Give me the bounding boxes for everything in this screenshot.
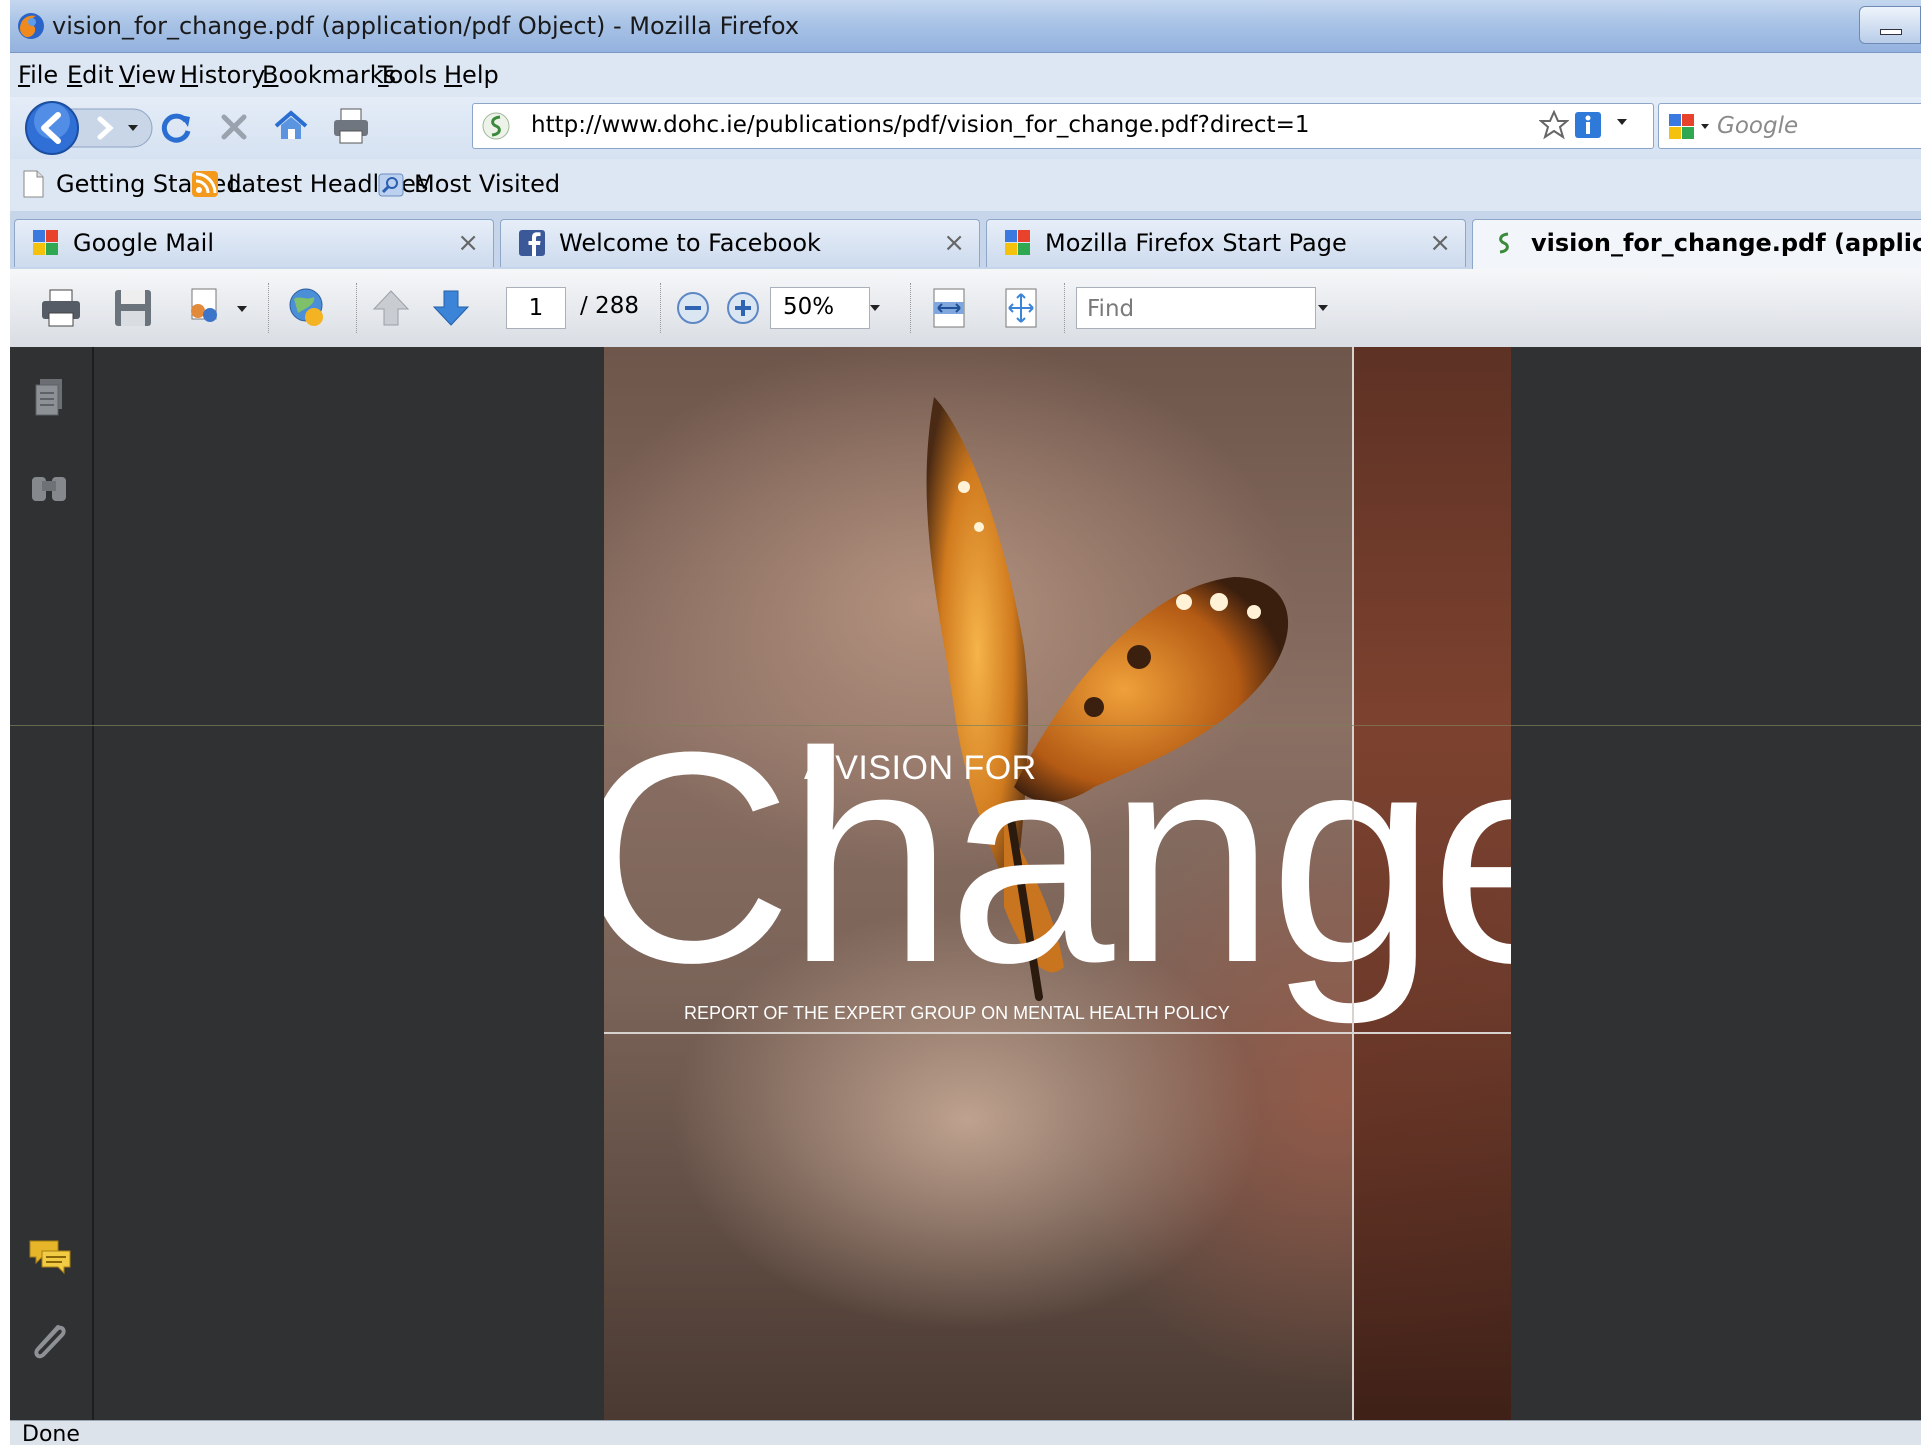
cover-subtitle: REPORT OF THE EXPERT GROUP ON MENTAL HEA… xyxy=(684,1003,1230,1023)
menu-tools[interactable]: Tools xyxy=(378,61,437,89)
pages-thumbnail-icon[interactable] xyxy=(24,373,76,425)
status-bar: Done xyxy=(10,1420,1921,1445)
collaborate-dropdown-icon[interactable] xyxy=(236,305,248,313)
fit-page-icon[interactable] xyxy=(998,285,1044,331)
collaborate-icon[interactable] xyxy=(182,285,228,331)
next-page-icon[interactable] xyxy=(428,285,474,331)
tab-label: Google Mail xyxy=(73,229,215,257)
toolbar-separator xyxy=(1064,283,1067,333)
window-title: vision_for_change.pdf (application/pdf O… xyxy=(52,12,800,40)
pdf-page: Change A VISION FOR REPORT OF THE EXPERT… xyxy=(604,347,1511,1420)
url-history-dropdown-icon[interactable] xyxy=(1617,119,1627,125)
pdf-viewer: Change A VISION FOR REPORT OF THE EXPERT… xyxy=(10,347,1921,1420)
bookmark-most-visited[interactable]: Most Visited xyxy=(376,169,560,199)
site-identity-icon xyxy=(1499,232,1509,254)
title-bar: vision_for_change.pdf (application/pdf O… xyxy=(10,0,1921,53)
attachment-paperclip-icon[interactable] xyxy=(24,1317,76,1369)
bookmarks-toolbar: Getting Started Latest Headlines Most Vi… xyxy=(10,159,1921,211)
zoom-select[interactable]: 50% xyxy=(770,287,870,329)
tab-vision-for-change[interactable]: vision_for_change.pdf (applicati... xyxy=(1472,219,1921,269)
menu-help[interactable]: Help xyxy=(444,61,499,89)
status-text: Done xyxy=(22,1422,80,1445)
share-globe-icon[interactable] xyxy=(284,285,330,331)
info-icon[interactable] xyxy=(1573,110,1603,140)
google-icon xyxy=(1005,230,1030,255)
page-number-input[interactable] xyxy=(506,287,566,329)
page-icon xyxy=(23,170,44,198)
search-bar[interactable] xyxy=(1658,103,1921,149)
tab-firefox-start[interactable]: Mozilla Firefox Start Page × xyxy=(986,219,1466,267)
bookmark-latest-headlines[interactable]: Latest Headlines xyxy=(190,169,428,199)
tab-facebook[interactable]: Welcome to Facebook × xyxy=(500,219,980,267)
smart-folder-icon xyxy=(378,173,404,197)
toolbar-separator xyxy=(660,283,663,333)
menu-edit[interactable]: Edit xyxy=(67,61,113,89)
print-icon[interactable] xyxy=(330,105,372,147)
menu-bar: File Edit View History Bookmarks Tools H… xyxy=(10,53,1921,97)
pdf-toolbar: / 288 50% xyxy=(10,269,1921,348)
tab-label: Welcome to Facebook xyxy=(559,229,821,257)
save-icon[interactable] xyxy=(110,285,156,331)
bookmark-getting-started[interactable]: Getting Started xyxy=(18,169,242,199)
zoom-dropdown-icon[interactable] xyxy=(870,305,880,311)
firefox-icon xyxy=(18,13,44,39)
cover-vertical-rule xyxy=(1352,347,1354,1420)
zoom-value: 50% xyxy=(783,294,835,320)
menu-file[interactable]: File xyxy=(18,61,58,89)
facebook-icon xyxy=(519,230,545,256)
home-icon[interactable] xyxy=(272,107,310,145)
navigation-toolbar: http://www.dohc.ie/publications/pdf/visi… xyxy=(10,97,1921,159)
fit-width-icon[interactable] xyxy=(926,285,972,331)
page-total: / 288 xyxy=(580,293,639,319)
reload-icon[interactable] xyxy=(158,109,194,145)
menu-bookmarks[interactable]: Bookmarks xyxy=(262,61,396,89)
search-input[interactable] xyxy=(1715,111,1919,141)
site-identity-icon[interactable] xyxy=(481,111,511,141)
toolbar-separator xyxy=(268,283,271,333)
bookmark-label: Most Visited xyxy=(414,170,561,198)
menu-history[interactable]: History xyxy=(180,61,265,89)
print-icon[interactable] xyxy=(38,285,84,331)
navigation-pane xyxy=(10,347,94,1420)
cover-title-vision-for: A VISION FOR xyxy=(804,749,1037,787)
bookmark-star-icon[interactable] xyxy=(1539,110,1569,140)
zoom-in-icon[interactable] xyxy=(724,289,762,327)
zoom-out-icon[interactable] xyxy=(674,289,712,327)
toolbar-separator xyxy=(356,283,359,333)
tab-label: vision_for_change.pdf (applicati... xyxy=(1531,229,1921,257)
minimize-button[interactable] xyxy=(1859,6,1921,44)
url-bar[interactable]: http://www.dohc.ie/publications/pdf/visi… xyxy=(472,103,1654,149)
google-icon[interactable] xyxy=(1667,112,1697,142)
find-input[interactable] xyxy=(1085,294,1309,324)
cover-horizontal-rule xyxy=(604,1032,1511,1034)
back-forward-group xyxy=(25,101,153,155)
cover-title-change: Change xyxy=(604,689,1511,1025)
previous-page-icon[interactable] xyxy=(368,285,414,331)
tab-strip: Google Mail × Welcome to Facebook × Mozi… xyxy=(10,211,1921,270)
menu-view[interactable]: View xyxy=(119,61,176,89)
toolbar-separator xyxy=(910,283,913,333)
close-tab-icon[interactable]: × xyxy=(1429,228,1451,258)
google-icon xyxy=(33,230,58,255)
search-engine-dropdown-icon[interactable] xyxy=(1701,124,1709,129)
viewer-guide-line xyxy=(10,725,1921,726)
find-options-dropdown-icon[interactable] xyxy=(1318,305,1328,311)
url-text[interactable]: http://www.dohc.ie/publications/pdf/visi… xyxy=(531,112,1310,138)
tab-label: Mozilla Firefox Start Page xyxy=(1045,229,1347,257)
tab-google-mail[interactable]: Google Mail × xyxy=(14,219,494,267)
comments-icon[interactable] xyxy=(24,1233,76,1285)
firefox-window: vision_for_change.pdf (application/pdf O… xyxy=(10,0,1921,1445)
back-button-icon[interactable] xyxy=(25,101,79,155)
close-tab-icon[interactable]: × xyxy=(457,228,479,258)
binoculars-search-icon[interactable] xyxy=(24,463,76,515)
find-box[interactable] xyxy=(1076,287,1316,329)
close-tab-icon[interactable]: × xyxy=(943,228,965,258)
stop-icon[interactable] xyxy=(216,109,252,145)
rss-feed-icon xyxy=(192,171,218,197)
